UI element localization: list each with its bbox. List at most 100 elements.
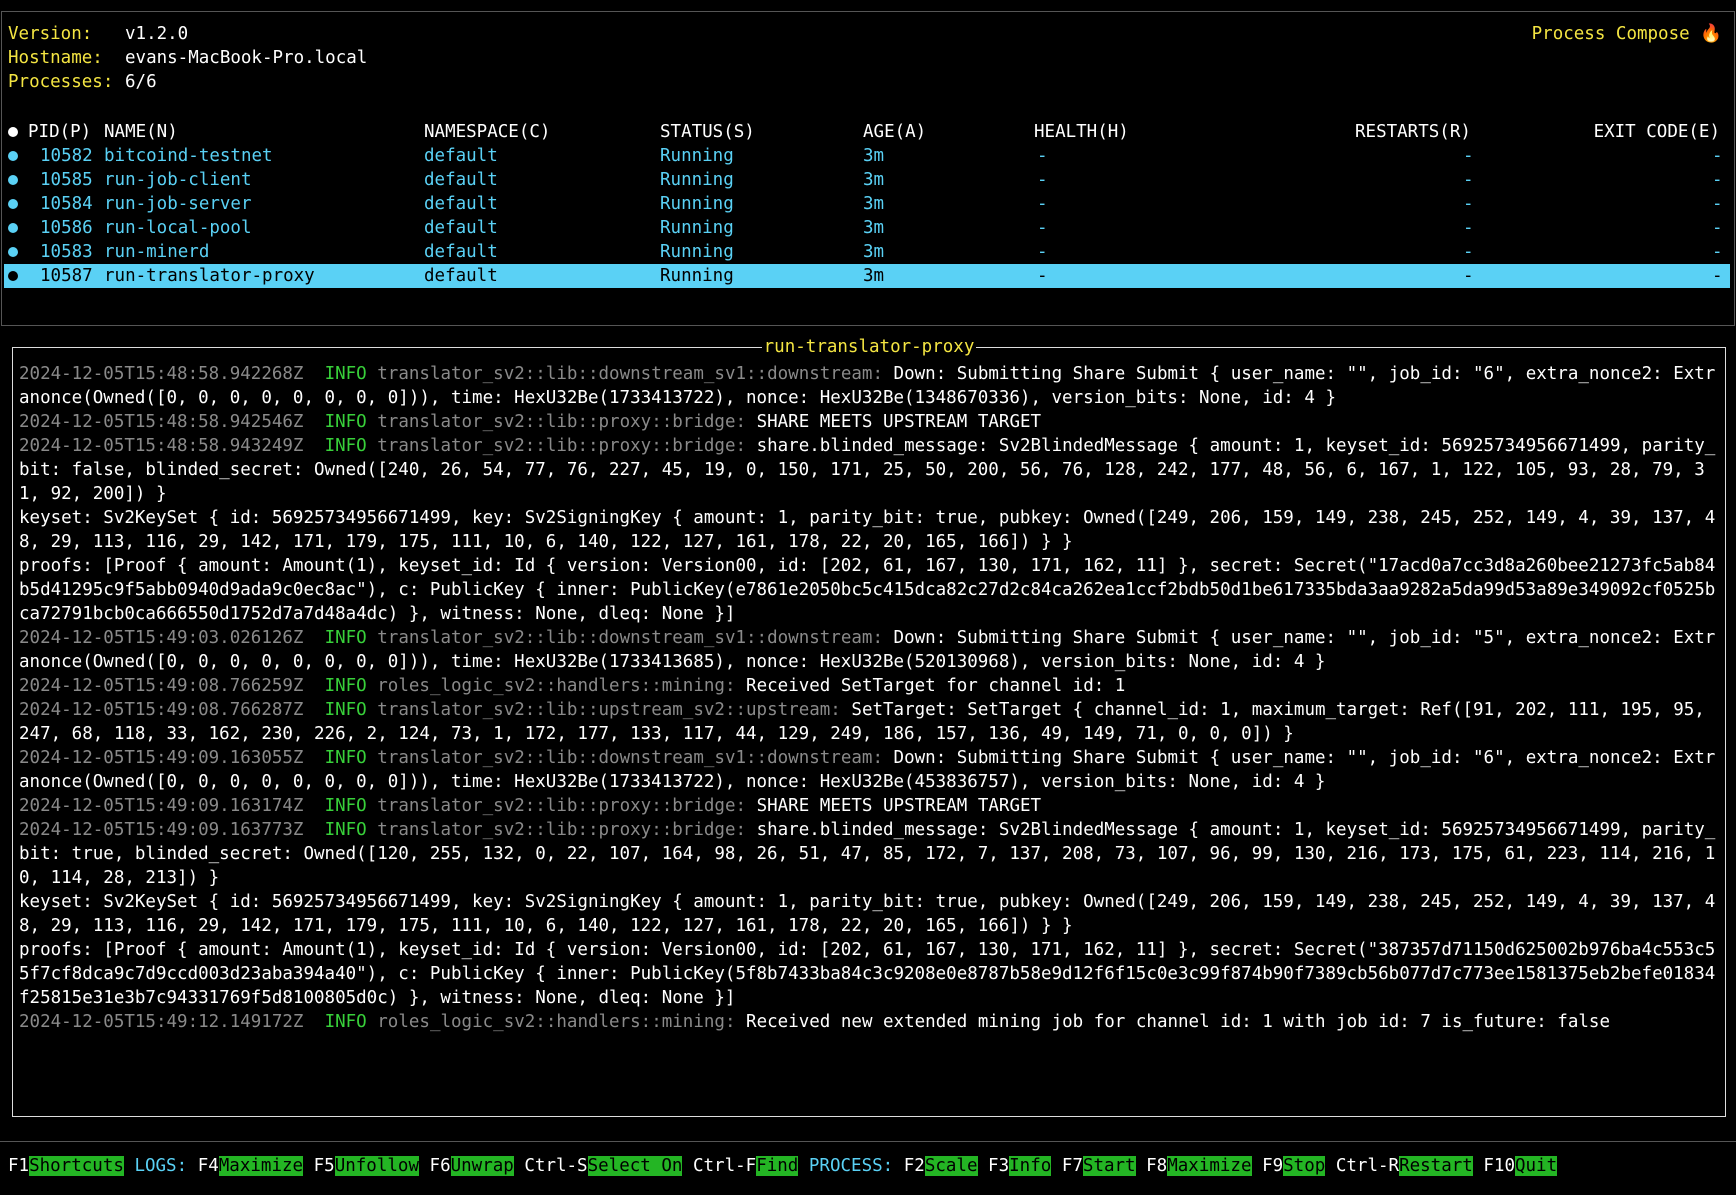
version-value: v1.2.0 [125, 24, 189, 44]
shortcut-maximize-button[interactable]: F4Maximize [198, 1156, 304, 1176]
shortcut-row: F1Shortcuts LOGS: F4Maximize F5Unfollow … [8, 1154, 1558, 1178]
cell-restarts: - [1463, 146, 1474, 166]
log-message: Received new extended mining job for cha… [746, 1012, 1610, 1032]
cell-age: 3m [863, 218, 885, 238]
cell-health: - [1037, 170, 1048, 190]
cell-restarts: - [1463, 218, 1474, 238]
cell-age: 3m [863, 266, 885, 286]
log-panel-title: run-translator-proxy [761, 337, 977, 357]
shortcut-label: Maximize [1167, 1156, 1252, 1176]
cell-restarts: - [1463, 266, 1474, 286]
shortcut-unfollow-button[interactable]: F5Unfollow [314, 1156, 419, 1176]
shortcut-label: Start [1082, 1156, 1136, 1176]
shortcut-label: Quit [1514, 1156, 1558, 1176]
cell-namespace: default [424, 146, 498, 166]
hostname-label: Hostname: [8, 48, 103, 68]
column-header[interactable]: PID(P) [28, 120, 91, 144]
shortcut-key: F1 [8, 1156, 30, 1176]
shortcut-stop-button[interactable]: F9Stop [1262, 1156, 1326, 1176]
cell-health: - [1037, 194, 1048, 214]
log-message: keyset: Sv2KeySet { id: 5692573495667149… [19, 508, 1716, 552]
cell-pid: 10584 [40, 194, 93, 214]
log-timestamp: 2024-12-05T15:49:08.766259Z [19, 676, 304, 696]
cell-pid: 10583 [40, 242, 93, 262]
log-message: proofs: [Proof { amount: Amount(1), keys… [19, 940, 1716, 1008]
shortcut-quit-button[interactable]: F10Quit [1483, 1156, 1558, 1176]
shortcut-maximize-button[interactable]: F8Maximize [1146, 1156, 1252, 1176]
log-line: keyset: Sv2KeySet { id: 5692573495667149… [19, 506, 1719, 554]
cell-age: 3m [863, 146, 885, 166]
cell-pid: 10587 [40, 266, 93, 286]
column-header[interactable]: HEALTH(H) [1034, 120, 1129, 144]
app-title: Process Compose 🔥 [1531, 24, 1722, 44]
log-line: 2024-12-05T15:49:03.026126Z INFO transla… [19, 626, 1719, 674]
log-line: proofs: [Proof { amount: Amount(1), keys… [19, 938, 1719, 1010]
log-target: translator_sv2::lib::downstream_sv1::dow… [377, 364, 883, 384]
cell-status: Running [660, 194, 734, 214]
shortcut-restart-button[interactable]: Ctrl-RRestart [1336, 1156, 1473, 1176]
footer-section-label: LOGS: [134, 1156, 188, 1176]
shortcut-unwrap-button[interactable]: F6Unwrap [430, 1156, 514, 1176]
cell-pid: 10585 [40, 170, 93, 190]
log-level: INFO [324, 436, 367, 456]
log-message: keyset: Sv2KeySet { id: 5692573495667149… [19, 892, 1716, 936]
table-row[interactable]: 10582 bitcoind-testnet default Running 3m - - - [0, 144, 1736, 168]
shortcut-shortcuts-button[interactable]: F1Shortcuts [8, 1156, 124, 1176]
cell-restarts: - [1463, 194, 1474, 214]
shortcut-label: Stop [1283, 1156, 1326, 1176]
log-message: Received SetTarget for channel id: 1 [746, 676, 1126, 696]
log-line: 2024-12-05T15:49:09.163055Z INFO transla… [19, 746, 1719, 794]
cell-namespace: default [424, 242, 498, 262]
cell-status: Running [660, 266, 734, 286]
log-target: translator_sv2::lib::proxy::bridge: [377, 436, 747, 456]
shortcut-key: Ctrl-S [524, 1156, 588, 1176]
log-line: 2024-12-05T15:49:08.766287Z INFO transla… [19, 698, 1719, 746]
shortcut-key: Ctrl-F [692, 1156, 757, 1176]
table-row[interactable]: 10587 run-translator-proxy default Running 3… [0, 264, 1736, 288]
shortcut-info-button[interactable]: F3Info [988, 1156, 1052, 1176]
shortcut-label: Find [756, 1156, 799, 1176]
cell-exit: - [1712, 266, 1723, 286]
status-dot-icon [8, 199, 18, 209]
log-output[interactable]: 2024-12-05T15:48:58.942268Z INFO transla… [19, 362, 1719, 1034]
footer-section-label: PROCESS: [808, 1156, 894, 1176]
shortcut-find-button[interactable]: Ctrl-FFind [692, 1156, 799, 1176]
shortcut-select-on-button[interactable]: Ctrl-SSelect On [524, 1156, 683, 1176]
cell-namespace: default [424, 194, 498, 214]
status-dot-icon [8, 247, 18, 257]
log-level: INFO [324, 796, 367, 816]
log-panel[interactable]: run-translator-proxy 2024-12-05T15:48:58… [12, 337, 1726, 1117]
log-target: translator_sv2::lib::proxy::bridge: [377, 796, 747, 816]
cell-name: run-minerd [104, 242, 210, 262]
cell-age: 3m [863, 170, 885, 190]
shortcut-key: F10 [1483, 1156, 1515, 1176]
log-timestamp: 2024-12-05T15:49:09.163174Z [19, 796, 304, 816]
column-header[interactable]: NAME(N) [104, 120, 178, 144]
log-level: INFO [324, 820, 367, 840]
cell-health: - [1037, 242, 1048, 262]
column-header[interactable]: EXIT CODE(E) [1594, 120, 1720, 144]
column-header[interactable]: AGE(A) [863, 120, 926, 144]
cell-exit: - [1712, 170, 1723, 190]
cell-name: run-local-pool [104, 218, 252, 238]
log-timestamp: 2024-12-05T15:49:12.149172Z [19, 1012, 304, 1032]
table-row[interactable]: 10585 run-job-client default Running 3m - - - [0, 168, 1736, 192]
cell-restarts: - [1463, 170, 1474, 190]
processes-label: Processes: [8, 72, 114, 92]
table-row[interactable]: 10586 run-local-pool default Running 3m - - - [0, 216, 1736, 240]
cell-health: - [1037, 146, 1048, 166]
column-header[interactable]: RESTARTS(R) [1355, 120, 1471, 144]
table-row[interactable]: 10583 run-minerd default Running 3m - - - [0, 240, 1736, 264]
shortcut-start-button[interactable]: F7Start [1062, 1156, 1136, 1176]
shortcut-key: F9 [1262, 1156, 1284, 1176]
log-target: translator_sv2::lib::proxy::bridge: [377, 820, 747, 840]
cell-namespace: default [424, 170, 498, 190]
log-level: INFO [324, 748, 367, 768]
table-row[interactable]: 10584 run-job-server default Running 3m - - - [0, 192, 1736, 216]
log-message: proofs: [Proof { amount: Amount(1), keys… [19, 556, 1716, 624]
cell-health: - [1037, 218, 1048, 238]
column-header[interactable]: NAMESPACE(C) [424, 120, 550, 144]
column-header[interactable]: STATUS(S) [660, 120, 755, 144]
shortcut-scale-button[interactable]: F2Scale [904, 1156, 978, 1176]
log-line: 2024-12-05T15:49:12.149172Z INFO roles_l… [19, 1010, 1719, 1034]
